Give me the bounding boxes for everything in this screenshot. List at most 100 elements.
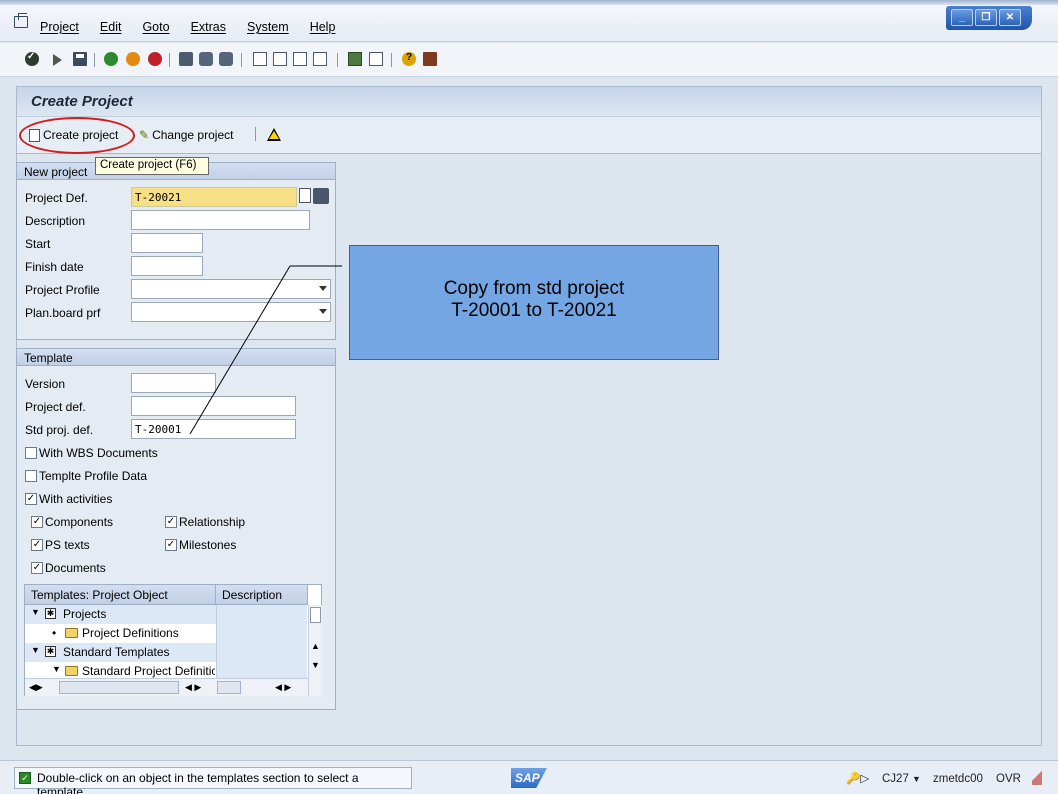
chevron-down-icon[interactable]: ▼: [912, 774, 921, 784]
enter-check-icon[interactable]: [25, 51, 39, 66]
back-icon[interactable]: [104, 52, 118, 66]
tree-horizontal-scrollbar[interactable]: ◀▶ ◀ ▶ ◀ ▶: [25, 678, 308, 696]
system-info-icon[interactable]: 🔑▷: [846, 771, 869, 785]
scroll-left-right-icon[interactable]: ◀ ▶: [275, 682, 291, 693]
application-toolbar: Create project ✎ Change project: [16, 116, 1042, 154]
next-page-icon[interactable]: [293, 52, 307, 66]
layout-menu-icon[interactable]: [423, 52, 437, 66]
tree-row-description: [216, 662, 307, 678]
tree-column-object[interactable]: Templates: Project Object: [25, 585, 216, 605]
with-wbs-documents-label: With WBS Documents: [39, 446, 158, 460]
start-date-input[interactable]: [131, 233, 203, 253]
first-page-icon[interactable]: [253, 52, 267, 66]
tree-vertical-scrollbar[interactable]: ▲ ▼: [308, 605, 322, 696]
tree-column-description[interactable]: Description: [216, 585, 308, 605]
exit-icon[interactable]: [126, 52, 140, 66]
warning-button[interactable]: [255, 127, 281, 141]
scroll-left-right-icon[interactable]: ◀ ▶: [185, 682, 201, 693]
menu-items: Project Edit Goto Extras System Help: [40, 20, 356, 34]
with-wbs-documents-checkbox[interactable]: [25, 447, 37, 459]
expand-triangle-icon[interactable]: ▼: [52, 664, 61, 674]
restore-icon[interactable]: ❐: [975, 9, 997, 26]
project-node-icon: ✱: [45, 608, 56, 619]
sap-logo: SAP: [511, 768, 547, 788]
change-project-button[interactable]: ✎ Change project: [139, 128, 233, 142]
window-controls: _ ❐ ✕: [946, 6, 1032, 30]
version-input[interactable]: [131, 373, 216, 393]
menu-project[interactable]: Project: [40, 20, 79, 34]
project-profile-label: Project Profile: [25, 283, 100, 297]
template-project-def-input[interactable]: [131, 396, 296, 416]
components-label: Components: [45, 515, 114, 529]
search-help-icon[interactable]: [313, 188, 329, 204]
status-message[interactable]: ✓ Double-click on an object in the templ…: [14, 767, 412, 794]
template-header: Template: [17, 349, 335, 366]
tree-row-projects[interactable]: ▼ ✱ Projects: [25, 605, 307, 624]
templates-tree: Templates: Project Object Description ▼ …: [24, 584, 322, 696]
shortcut-icon[interactable]: [369, 52, 383, 66]
toolbar-separator: [241, 53, 242, 67]
components-checkbox[interactable]: ✓: [31, 516, 43, 528]
tree-row-project-definitions[interactable]: • Project Definitions: [25, 624, 307, 643]
menu-bar: Project Edit Goto Extras System Help _ ❐…: [0, 0, 1058, 42]
tree-row-label: Standard Project Definitio: [82, 664, 215, 678]
milestones-label: Milestones: [179, 538, 237, 552]
project-def-input[interactable]: T-20021: [131, 187, 297, 207]
scroll-left-icon[interactable]: ◀▶: [29, 682, 43, 693]
minimize-icon[interactable]: _: [951, 9, 973, 26]
menu-extras[interactable]: Extras: [191, 20, 226, 34]
find-icon[interactable]: [199, 52, 213, 66]
expand-triangle-icon[interactable]: ▼: [31, 645, 40, 655]
template-profile-data-label: Templte Profile Data: [39, 469, 148, 483]
plan-board-profile-select[interactable]: [131, 302, 331, 322]
scroll-thumb[interactable]: [310, 607, 321, 623]
ps-texts-checkbox[interactable]: ✓: [31, 539, 43, 551]
with-activities-label: With activities: [39, 492, 113, 506]
close-icon[interactable]: ✕: [999, 9, 1021, 26]
expand-triangle-icon[interactable]: ▼: [31, 607, 40, 617]
copy-icon[interactable]: [299, 188, 311, 203]
cancel-icon[interactable]: [148, 52, 162, 66]
project-profile-select[interactable]: [131, 279, 331, 299]
chevron-down-icon: [319, 309, 327, 314]
callout-line-2: T-20001 to T-20021: [451, 300, 617, 321]
milestones-checkbox[interactable]: ✓: [165, 539, 177, 551]
documents-checkbox[interactable]: ✓: [31, 562, 43, 574]
command-field-arrow-icon[interactable]: [53, 54, 62, 66]
with-activities-checkbox[interactable]: ✓: [25, 493, 37, 505]
callout-line-1: Copy from std project: [443, 278, 625, 299]
scroll-thumb[interactable]: [59, 681, 179, 694]
previous-page-icon[interactable]: [273, 52, 287, 66]
menu-help[interactable]: Help: [310, 20, 336, 34]
new-project-group: New project Project Def. T-20021 Descrip…: [16, 162, 336, 340]
save-icon[interactable]: [73, 52, 87, 66]
transaction-code[interactable]: CJ27: [882, 773, 909, 785]
template-project-def-label: Project def.: [25, 400, 86, 414]
description-input[interactable]: [131, 210, 310, 230]
tree-row-standard-project-definitions[interactable]: ▼ Standard Project Definitio: [25, 662, 307, 678]
std-proj-def-input[interactable]: T-20001: [131, 419, 296, 439]
scroll-thumb[interactable]: [217, 681, 241, 694]
relationship-checkbox[interactable]: ✓: [165, 516, 177, 528]
std-proj-def-label: Std proj. def.: [25, 423, 94, 437]
find-next-icon[interactable]: [219, 52, 233, 66]
insert-mode[interactable]: OVR: [996, 773, 1021, 785]
menu-goto[interactable]: Goto: [142, 20, 169, 34]
help-icon[interactable]: [402, 52, 416, 66]
menu-system[interactable]: System: [247, 20, 289, 34]
print-icon[interactable]: [179, 52, 193, 66]
scroll-up-icon[interactable]: ▲: [311, 641, 320, 651]
menu-exit-icon[interactable]: [14, 13, 28, 28]
last-page-icon[interactable]: [313, 52, 327, 66]
folder-icon: [65, 628, 78, 638]
create-session-icon[interactable]: [348, 52, 362, 66]
tooltip: Create project (F6): [95, 157, 209, 175]
menu-edit[interactable]: Edit: [100, 20, 122, 34]
finish-date-input[interactable]: [131, 256, 203, 276]
tree-row-standard-templates[interactable]: ▼ ✱ Standard Templates: [25, 643, 307, 662]
template-node-icon: ✱: [45, 646, 56, 657]
tree-row-description: [216, 624, 307, 643]
template-profile-data-checkbox[interactable]: [25, 470, 37, 482]
toolbar-separator: [337, 53, 338, 67]
scroll-down-icon[interactable]: ▼: [311, 660, 320, 670]
